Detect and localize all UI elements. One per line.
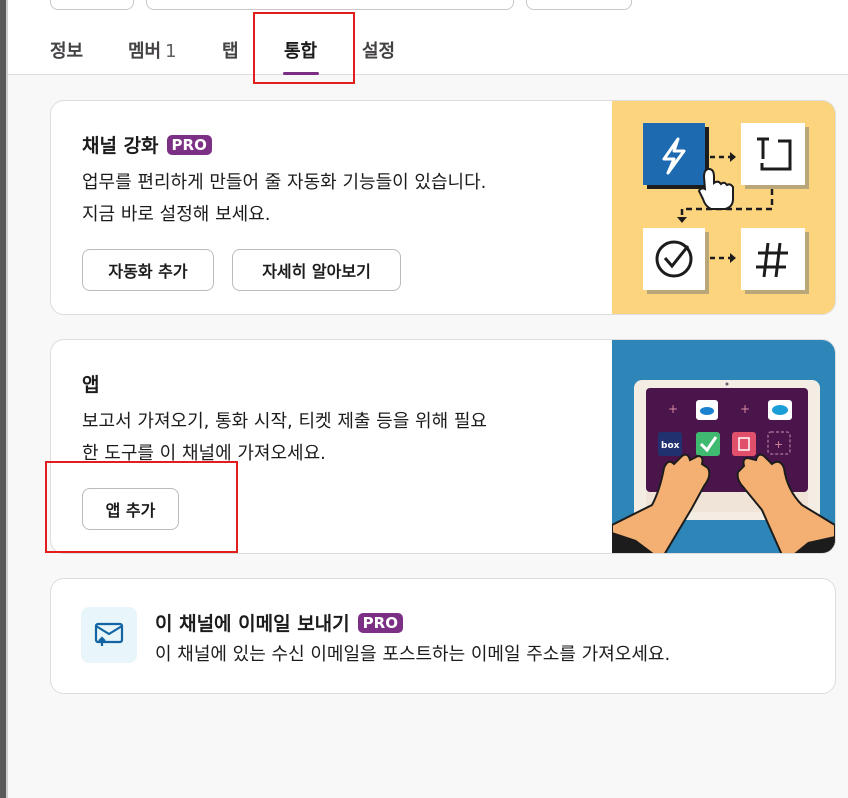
check-circle-icon — [643, 228, 709, 294]
tab-bar: 정보 멤버 1 탭 통합 설정 — [8, 0, 848, 75]
tab-about[interactable]: 정보 — [50, 37, 83, 63]
box-app-label: box — [661, 441, 680, 451]
add-automation-button[interactable]: 자동화 추가 — [82, 249, 214, 291]
workflow-desc-line: 지금 바로 설정해 보세요. — [82, 204, 271, 225]
app-icon — [732, 432, 756, 456]
pro-badge: PRO — [166, 135, 212, 155]
email-icon — [81, 607, 137, 663]
email-card[interactable]: 이 채널에 이메일 보내기 PRO 이 채널에 있는 수신 이메일을 포스트하는 … — [50, 578, 836, 694]
channel-header: 정보 멤버 1 탭 통합 설정 — [8, 0, 848, 75]
tab-highlight-box — [253, 12, 355, 84]
apps-desc-line: 보고서 가져오기, 통화 시작, 티켓 제출 등을 위해 필요 — [82, 411, 487, 432]
workflow-illustration — [612, 101, 835, 314]
apps-illustration: + + box + — [612, 340, 835, 553]
email-title-text: 이 채널에 이메일 보내기 — [155, 613, 350, 635]
check-app-icon — [696, 432, 720, 456]
tab-label: 정보 — [50, 41, 84, 62]
plus-icon: + — [668, 402, 678, 416]
workflow-card: 채널 강화 PRO 업무를 편리하게 만들어 줄 자동화 기능들이 있습니다. 지… — [50, 100, 836, 315]
tab-label: 멤버 — [128, 41, 162, 62]
plus-icon: + — [740, 402, 750, 416]
member-count: 1 — [165, 41, 177, 62]
email-title: 이 채널에 이메일 보내기 PRO — [155, 609, 403, 636]
workflow-title: 채널 강화 PRO — [82, 131, 212, 158]
text-icon — [741, 123, 809, 189]
workflow-description: 업무를 편리하게 만들어 줄 자동화 기능들이 있습니다. 지금 바로 설정해 … — [82, 167, 486, 231]
window-left-edge — [0, 0, 8, 798]
tab-tabs[interactable]: 탭 — [222, 37, 239, 63]
hash-icon — [741, 228, 809, 294]
lightning-icon — [643, 123, 709, 189]
workflow-title-text: 채널 강화 — [82, 135, 159, 157]
learn-more-button[interactable]: 자세히 알아보기 — [232, 249, 401, 291]
tab-label: 설정 — [362, 41, 396, 62]
tab-label: 탭 — [222, 41, 239, 62]
workflow-desc-line: 업무를 편리하게 만들어 줄 자동화 기능들이 있습니다. — [82, 172, 487, 193]
apps-title: 앱 — [82, 374, 100, 396]
tab-settings[interactable]: 설정 — [362, 37, 395, 63]
pro-badge: PRO — [357, 613, 403, 633]
email-description: 이 채널에 있는 수신 이메일을 포스트하는 이메일 주소를 가져오세요. — [155, 644, 671, 665]
tab-members[interactable]: 멤버 1 — [128, 37, 177, 63]
plus-icon: + — [774, 438, 783, 451]
add-app-highlight-box — [45, 461, 238, 553]
